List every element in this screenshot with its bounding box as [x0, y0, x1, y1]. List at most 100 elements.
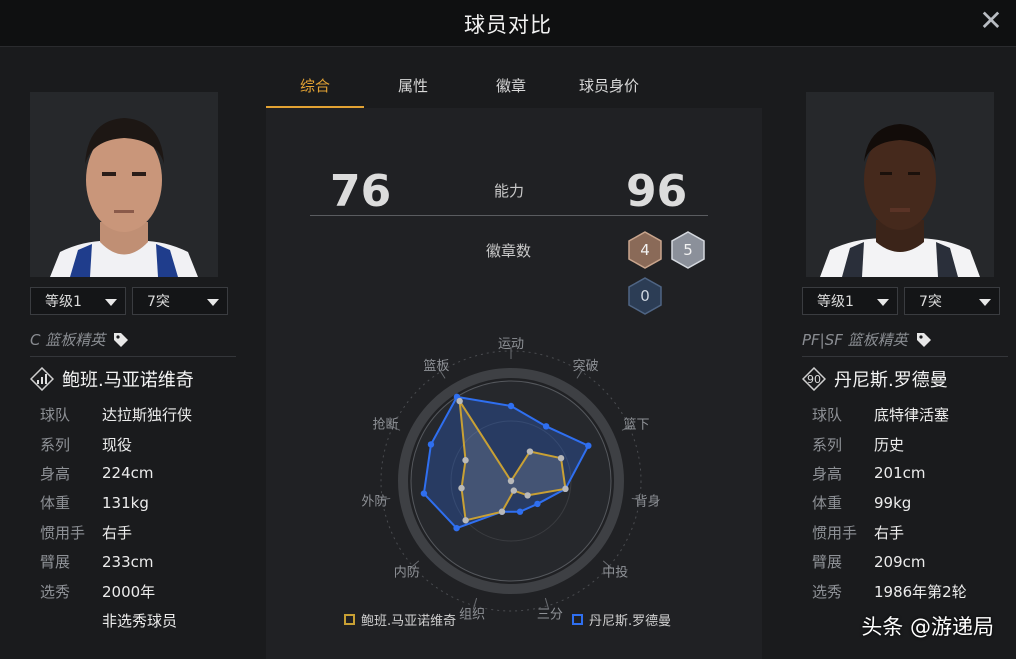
- info-key: 系列: [812, 435, 843, 454]
- legend-swatch-blue: [572, 614, 583, 625]
- right-player-panel: 等级1 7突 PF|SF 篮板精英 90 丹尼斯.罗德曼 球队 底特律活塞 系列 历…: [802, 92, 1008, 606]
- left-breakthrough-value: 7突: [147, 294, 170, 310]
- info-value: 1986年第2轮: [874, 582, 967, 601]
- info-value: 右手: [102, 523, 133, 542]
- legend-item-right: 丹尼斯.罗德曼: [572, 610, 671, 629]
- tag-icon[interactable]: [916, 332, 932, 348]
- info-value: 209cm: [874, 552, 926, 571]
- info-row: 球队 达拉斯独行侠: [30, 400, 236, 429]
- left-player-panel: 等级1 7突 C 篮板精英 鲍班.马亚诺维奇 球队 达拉斯独行侠 系列 现役 身高 2…: [30, 92, 236, 635]
- right-level-select[interactable]: 等级1: [802, 287, 898, 315]
- chevron-down-icon: [979, 299, 991, 306]
- radar-point: [534, 500, 541, 508]
- chevron-down-icon: [877, 299, 889, 306]
- radar-point: [516, 508, 524, 515]
- info-row: 身高 224cm: [30, 459, 236, 488]
- info-row: 系列 现役: [30, 429, 236, 458]
- info-key: 体重: [40, 494, 71, 513]
- legend-swatch-gold: [344, 614, 355, 625]
- legend-item-left: 鲍班.马亚诺维奇: [344, 610, 456, 629]
- info-row: 体重 99kg: [802, 488, 1008, 517]
- tab-attributes[interactable]: 属性: [364, 66, 462, 108]
- info-key: 惯用手: [40, 523, 86, 542]
- radar-axis-label: 背身: [635, 494, 661, 510]
- legend-label: 鲍班.马亚诺维奇: [361, 614, 457, 629]
- title-bar: 球员对比 ✕: [0, 0, 1016, 47]
- radar-axis-label: 篮下: [624, 418, 650, 433]
- overview-panel: 76 能力 96 徽章数 4 5 0 运动 突破 篮下 背身 中投 三分 组织 内防 外防 抢断篮…: [266, 108, 762, 659]
- radar-axis-label: 突破: [573, 358, 599, 374]
- radar-point: [458, 484, 465, 492]
- radar-point: [453, 524, 460, 532]
- radar-axis-label: 三分: [537, 607, 563, 622]
- radar-axis-label: 内防: [394, 564, 420, 580]
- window-title: 球员对比: [464, 13, 552, 37]
- info-key: 臂展: [40, 553, 71, 572]
- info-value: 达拉斯独行侠: [102, 406, 193, 425]
- info-value: 历史: [874, 435, 905, 454]
- info-row: 身高 201cm: [802, 459, 1008, 488]
- info-key: 选秀: [40, 582, 71, 601]
- radar-point: [562, 485, 569, 493]
- info-value: 233cm: [102, 552, 154, 571]
- radar-point: [510, 487, 518, 494]
- info-row: 选秀 2000年: [30, 576, 236, 605]
- left-level-select[interactable]: 等级1: [30, 287, 126, 315]
- radar-axis-label: 中投: [602, 564, 628, 580]
- info-value: 131kg: [102, 493, 149, 512]
- info-key: 惯用手: [812, 523, 858, 542]
- info-row: 惯用手 右手: [30, 518, 236, 547]
- radar-point: [420, 490, 428, 497]
- radar-point: [507, 477, 515, 485]
- watermark: 头条 @游递局: [861, 615, 994, 639]
- info-value: 右手: [874, 523, 905, 542]
- info-value: 底特律活塞: [874, 406, 950, 425]
- info-value: 现役: [102, 435, 133, 454]
- info-key: 身高: [812, 464, 843, 483]
- rating-badge-number: 90: [807, 372, 821, 386]
- info-value: 2000年: [102, 582, 156, 601]
- left-level-value: 等级1: [45, 294, 82, 310]
- left-breakthrough-select[interactable]: 7突: [132, 287, 228, 315]
- radar-axis-label: 篮板: [423, 359, 449, 374]
- info-row: 臂展 233cm: [30, 547, 236, 576]
- tab-badges[interactable]: 徽章: [462, 66, 560, 108]
- info-key: 球队: [40, 406, 71, 425]
- chevron-down-icon: [207, 299, 219, 306]
- radar-point: [585, 442, 592, 449]
- info-value: 99kg: [874, 493, 912, 512]
- info-key: 系列: [40, 435, 71, 454]
- left-player-role: C 篮板精英: [30, 329, 236, 357]
- radar-point: [427, 441, 435, 448]
- info-value: 224cm: [102, 464, 154, 483]
- tab-overview[interactable]: 综合: [266, 66, 364, 108]
- attribute-radar-chart: 运动突破篮下背身中投三分 组织 内防 外防 抢断 篮板: [361, 337, 661, 622]
- info-row: 非选秀球员: [30, 606, 236, 635]
- info-row: 体重 131kg: [30, 488, 236, 517]
- right-player-role: PF|SF 篮板精英: [802, 329, 1008, 357]
- radar-axis-label: 组织: [459, 607, 485, 622]
- right-breakthrough-select[interactable]: 7突: [904, 287, 1000, 315]
- right-breakthrough-value: 7突: [919, 294, 942, 310]
- close-icon[interactable]: ✕: [976, 6, 1006, 36]
- radar-point: [462, 517, 469, 524]
- rating-badge-icon: 90: [802, 367, 826, 391]
- left-player-name: 鲍班.马亚诺维奇: [62, 370, 194, 391]
- info-row: 惯用手 右手: [802, 518, 1008, 547]
- rating-bars-icon: [30, 367, 54, 391]
- radar-point: [542, 423, 550, 430]
- right-player-portrait: [806, 92, 994, 277]
- tag-icon[interactable]: [113, 332, 129, 348]
- radar-point: [557, 454, 565, 462]
- tab-player-value[interactable]: 球员身价: [560, 66, 658, 108]
- info-row: 系列 历史: [802, 429, 1008, 458]
- chevron-down-icon: [105, 299, 117, 306]
- info-key: 身高: [40, 464, 71, 483]
- radar-point: [524, 492, 531, 499]
- radar-point: [526, 448, 534, 455]
- info-key: 选秀: [812, 582, 843, 601]
- radar-point: [498, 508, 506, 515]
- radar-point: [507, 402, 515, 410]
- right-role-text: PF|SF 篮板精英: [802, 331, 908, 349]
- right-player-info: 球队 底特律活塞 系列 历史 身高 201cm 体重 99kg 惯用手 右手 臂展 209c…: [802, 400, 1008, 606]
